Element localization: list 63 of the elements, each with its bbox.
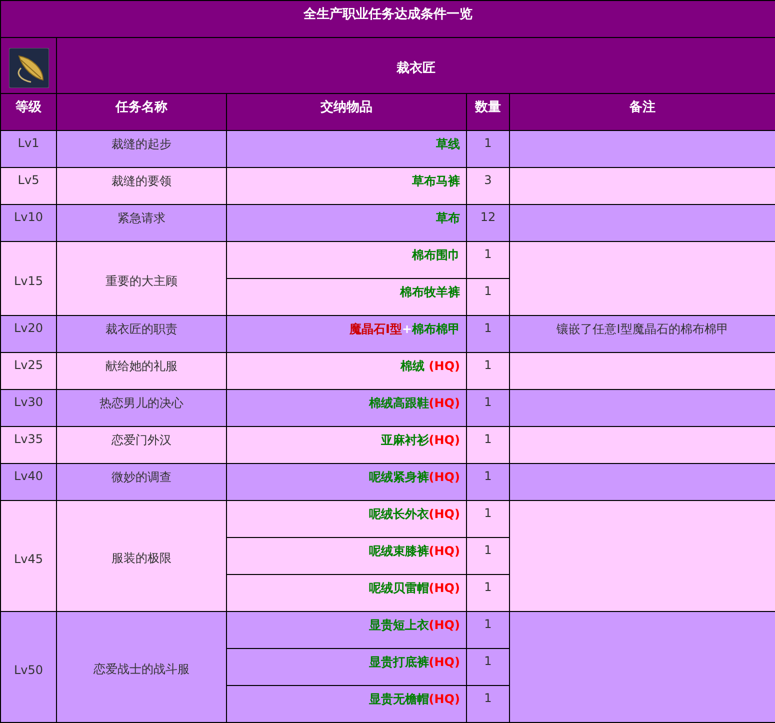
quantity-text: 1: [484, 580, 492, 594]
level-text: Lv10: [14, 210, 44, 224]
quantity-text: 1: [484, 247, 492, 261]
level-text: Lv35: [14, 432, 44, 446]
quest-name: 重要的大主顾: [106, 272, 178, 290]
item-name: 棉绒高跟鞋(HQ): [368, 395, 460, 412]
item-name: 棉绒 (HQ): [400, 358, 460, 375]
quest-name: 恋爱门外汉: [112, 432, 172, 449]
column-header: 任务名称: [116, 99, 168, 116]
column-header: 数量: [475, 99, 501, 116]
table-title: 全生产职业任务达成条件一览: [304, 6, 472, 23]
level-text: Lv45: [14, 552, 44, 566]
item-name: 草布: [436, 210, 460, 227]
quantity-text: 1: [484, 395, 492, 409]
item-name: 魔晶石Ⅰ型+棉布棉甲: [349, 321, 460, 338]
quantity-text: 1: [484, 321, 492, 335]
quest-name: 微妙的调查: [112, 469, 172, 486]
item-name: 草线: [436, 136, 460, 153]
quantity-text: 1: [484, 654, 492, 668]
quest-name: 服装的极限: [112, 550, 172, 567]
quantity-text: 1: [484, 469, 492, 483]
item-name: 呢绒贝雷帽(HQ): [368, 580, 460, 597]
item-name: 呢绒长外衣(HQ): [368, 506, 460, 523]
quest-name: 献给她的礼服: [106, 358, 178, 375]
level-text: Lv25: [14, 358, 44, 372]
level-text: Lv40: [14, 469, 44, 483]
item-name: 呢绒束膝裤(HQ): [368, 543, 460, 560]
quantity-text: 1: [484, 617, 492, 631]
quantity-text: 3: [484, 173, 492, 187]
note-text: 镶嵌了任意Ⅰ型魔晶石的棉布棉甲: [556, 321, 728, 338]
column-header: 备注: [630, 98, 656, 116]
item-name: 显贵打底裤(HQ): [368, 654, 460, 671]
level-text: Lv30: [14, 395, 44, 409]
level-text: Lv20: [14, 321, 44, 335]
quest-name: 恋爱战士的战斗服: [94, 661, 190, 678]
quantity-text: 1: [484, 358, 492, 372]
level-text: Lv5: [18, 173, 40, 187]
level-text: Lv1: [18, 136, 40, 150]
leaf-icon: [8, 48, 48, 88]
quantity-text: 1: [484, 506, 492, 520]
quantity-text: 1: [484, 136, 492, 150]
item-name: 显贵短上衣(HQ): [368, 617, 460, 634]
item-name: 显贵无檐帽(HQ): [368, 691, 460, 708]
item-name: 亚麻衬衫(HQ): [380, 432, 460, 449]
quantity-text: 1: [484, 432, 492, 446]
level-text: Lv15: [14, 274, 44, 288]
item-name: 草布马裤: [412, 173, 460, 190]
column-header: 等级: [16, 99, 42, 116]
quest-name: 紧急请求: [118, 210, 166, 227]
quest-name: 热恋男儿的决心: [100, 395, 184, 412]
quest-name: 裁缝的起步: [112, 136, 172, 153]
item-name: 棉布围巾: [412, 247, 460, 264]
quest-name: 裁衣匠的职责: [106, 321, 178, 338]
item-name: 呢绒紧身裤(HQ): [368, 469, 460, 486]
quantity-text: 1: [484, 543, 492, 557]
job-name: 裁衣匠: [396, 60, 436, 76]
quantity-text: 1: [484, 691, 492, 705]
level-text: Lv50: [14, 662, 44, 676]
quest-name: 裁缝的要领: [112, 173, 172, 190]
quantity-text: 1: [484, 284, 492, 298]
item-name: 棉布牧羊裤: [400, 284, 460, 301]
quantity-text: 12: [480, 210, 496, 224]
column-header: 交纳物品: [320, 98, 372, 116]
